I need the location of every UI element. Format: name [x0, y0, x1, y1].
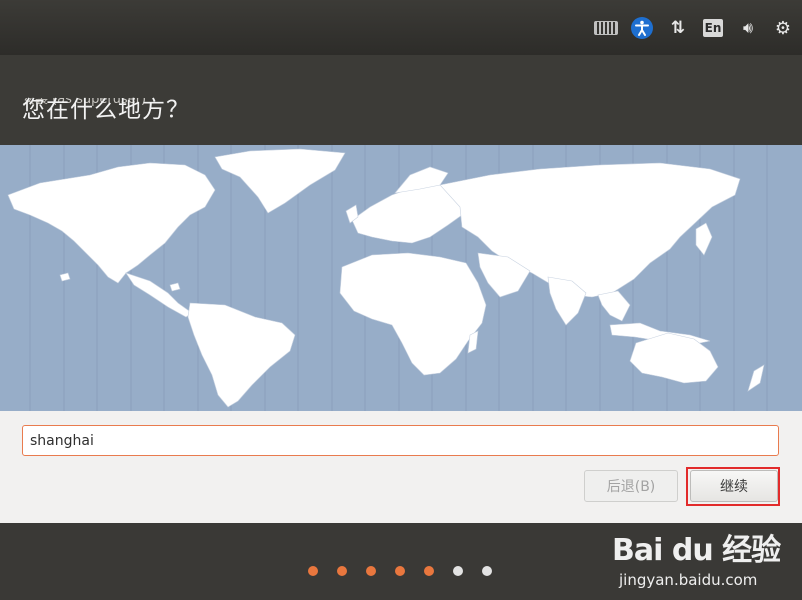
progress-dot-done: [308, 566, 318, 576]
progress-dot-done: [337, 566, 347, 576]
page-title: 您在什么地方？: [22, 97, 190, 123]
watermark: Bai du 经验 jingyan.baidu.com: [612, 525, 781, 589]
location-input[interactable]: [22, 425, 779, 456]
network-icon[interactable]: ⇅: [668, 16, 688, 40]
progress-dots: [308, 566, 492, 576]
watermark-url: jingyan.baidu.com: [619, 571, 758, 589]
accessibility-icon[interactable]: [631, 16, 653, 40]
timezone-map[interactable]: [0, 145, 802, 411]
progress-dot-done: [424, 566, 434, 576]
progress-dot-done: [395, 566, 405, 576]
watermark-logo: Bai du 经验: [612, 533, 781, 568]
continue-button[interactable]: 继续: [690, 470, 778, 502]
language-icon[interactable]: En: [703, 16, 723, 40]
progress-dot-pending: [453, 566, 463, 576]
progress-dot-done: [366, 566, 376, 576]
world-map-graphic: [7, 145, 768, 411]
progress-dot-pending: [482, 566, 492, 576]
volume-icon[interactable]: 🔊︎: [737, 16, 759, 40]
top-panel: ⇅ En 🔊︎ ⚙: [0, 0, 802, 55]
settings-icon[interactable]: ⚙: [773, 16, 793, 40]
keyboard-icon[interactable]: [594, 16, 618, 40]
back-button[interactable]: 后退(B): [584, 470, 678, 502]
